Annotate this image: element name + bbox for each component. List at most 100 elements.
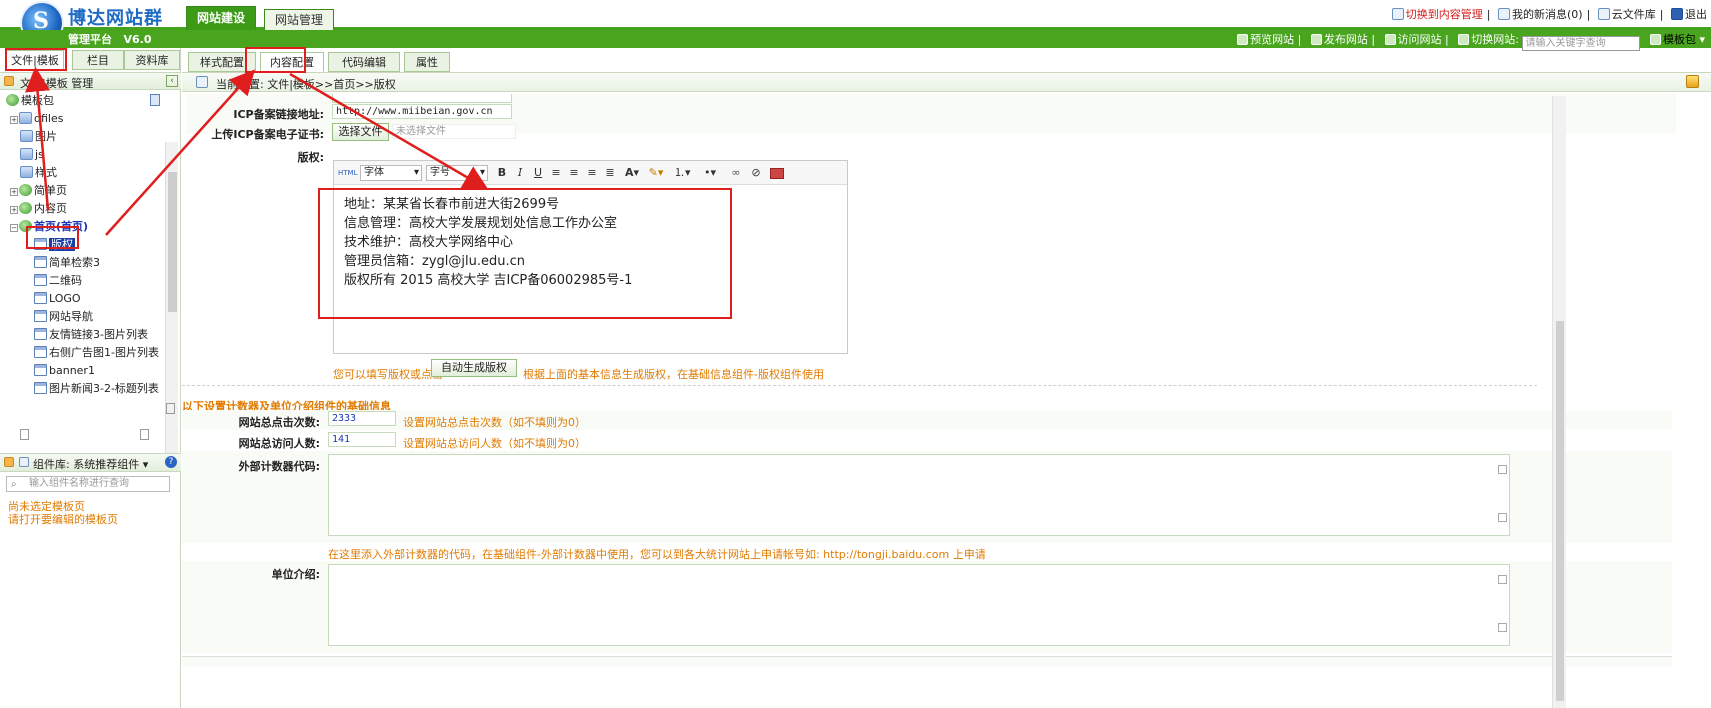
- counter-code-hint: 在这里添入外部计数器的代码，在基础组件-外部计数器中使用，您可以到各大统计网站上…: [328, 548, 986, 561]
- publish-site-link[interactable]: 发布网站: [1310, 31, 1368, 47]
- template-icon: [34, 274, 47, 286]
- italic-icon[interactable]: I: [512, 166, 528, 180]
- tree-node-right-ad[interactable]: 右侧广告图1-图片列表: [34, 344, 159, 362]
- scroll-right-icon[interactable]: [140, 429, 149, 440]
- visit-count-hint: 设置网站总访问人数（如不填则为0）: [403, 437, 586, 450]
- click-count-input[interactable]: 2333: [328, 411, 396, 426]
- tab-library[interactable]: 资料库: [124, 50, 180, 70]
- counter-code-label: 外部计数器代码:: [238, 460, 320, 473]
- link-icon[interactable]: ∞: [728, 166, 744, 180]
- main-scrollbar[interactable]: [1552, 96, 1566, 708]
- icp-link-input[interactable]: http://www.miibeian.gov.cn: [332, 104, 512, 119]
- tree-node-content-page[interactable]: + 内容页: [10, 200, 67, 218]
- preview-icon: [1237, 34, 1249, 45]
- ordered-list-icon[interactable]: ⒈▾: [674, 166, 691, 180]
- switch-site-link[interactable]: 切换网站:: [1458, 31, 1519, 47]
- publish-icon: [1310, 34, 1322, 45]
- choose-file-button[interactable]: 选择文件: [332, 123, 389, 141]
- image-icon[interactable]: [770, 168, 784, 179]
- tree-node-nav[interactable]: 网站导航: [34, 308, 93, 326]
- panel-toggle-icon[interactable]: [150, 94, 160, 106]
- tab-site-build[interactable]: 网站建设: [186, 6, 257, 30]
- component-library-header: 组件库: 系统推荐组件 ▾ ?: [0, 453, 181, 472]
- component-search-input[interactable]: ⌕ 输入组件名称进行查询: [6, 476, 170, 492]
- align-right-icon[interactable]: ≡: [584, 166, 600, 180]
- visit-site-link[interactable]: 访问网站: [1384, 31, 1442, 47]
- annotation-box-file-tab: [5, 48, 67, 71]
- close-icon: [1671, 8, 1683, 20]
- file-manager-header: 文件|模板 管理 ‹: [0, 72, 181, 90]
- bold-icon[interactable]: B: [494, 166, 510, 180]
- previous-field-input[interactable]: [332, 94, 512, 103]
- tab-site-manage[interactable]: 网站管理: [264, 9, 335, 30]
- brand-title: 博达网站群: [68, 8, 163, 29]
- copyright-label: 版权:: [297, 151, 324, 164]
- template-pack-dropdown[interactable]: 模板包 ▾: [1649, 31, 1705, 47]
- tab-code-edit[interactable]: 代码编辑: [328, 52, 400, 72]
- font-color-icon[interactable]: A▾: [624, 166, 640, 180]
- package-icon: [6, 94, 19, 106]
- preview-site-link[interactable]: 预览网站: [1237, 31, 1294, 47]
- tree-node-image-news[interactable]: 图片新闻3-2-标题列表: [34, 380, 159, 398]
- tree-node-qrcode[interactable]: 二维码: [34, 272, 82, 290]
- tree-node-banner1[interactable]: banner1: [34, 362, 95, 380]
- highlight-icon[interactable]: ✎▾: [648, 166, 664, 180]
- collapse-icon[interactable]: ‹: [166, 75, 178, 87]
- top-header: S 博达网站群 网站建设 网站管理 切换到内容管理 | 我的新消息(0) | 云文件…: [0, 0, 1711, 43]
- tree-scrollbar[interactable]: [165, 142, 178, 464]
- unlink-icon[interactable]: ⊘: [748, 166, 764, 180]
- cloud-library-link[interactable]: 云文件库: [1597, 6, 1656, 22]
- switch-content-link[interactable]: 切换到内容管理: [1391, 6, 1483, 22]
- unit-intro-label: 单位介绍:: [271, 568, 320, 581]
- tree-node-styles[interactable]: 样式: [20, 164, 57, 182]
- folder-icon: [19, 112, 32, 124]
- font-family-select[interactable]: 字体 ▾: [360, 165, 422, 181]
- up-arrow-icon[interactable]: [1686, 75, 1699, 88]
- template-icon: [34, 328, 47, 340]
- right-panel: 样式配置 内容配置 代码编辑 属性 当前位置: 文件|模板>>首页>>版权 IC…: [182, 48, 1711, 708]
- textarea-resize-icon: [1498, 623, 1507, 632]
- align-center-icon[interactable]: ≡: [566, 166, 582, 180]
- counter-code-textarea[interactable]: [328, 454, 1510, 536]
- html-source-icon[interactable]: HTML: [338, 166, 357, 180]
- unordered-list-icon[interactable]: •▾: [702, 166, 718, 180]
- template-icon: [34, 310, 47, 322]
- template-icon: [34, 256, 47, 268]
- messages-link[interactable]: 我的新消息(0): [1497, 6, 1583, 22]
- logout-link[interactable]: 退出: [1671, 6, 1707, 22]
- package-icon: [1649, 34, 1661, 45]
- tree-node-search3[interactable]: 简单检索3: [34, 254, 100, 272]
- annotation-box-copyright-node: [26, 226, 79, 249]
- tree-node-dfiles[interactable]: + dfiles: [10, 110, 63, 128]
- font-size-select[interactable]: 字号 ▾: [426, 165, 488, 181]
- scroll-left-icon[interactable]: [20, 429, 29, 440]
- tree-node-js[interactable]: js: [20, 146, 44, 164]
- switch-icon: [1391, 8, 1404, 20]
- tree-node-logo[interactable]: LOGO: [34, 290, 81, 308]
- underline-icon[interactable]: U: [530, 166, 546, 180]
- icp-cert-label: 上传ICP备案电子证书:: [211, 128, 324, 141]
- textarea-resize-icon: [1498, 465, 1507, 474]
- auto-generate-copyright-button[interactable]: 自动生成版权: [431, 359, 517, 377]
- switch-site-icon: [1458, 34, 1470, 45]
- tab-properties[interactable]: 属性: [404, 52, 450, 72]
- globe-icon: [19, 202, 32, 214]
- scroll-down-icon[interactable]: [166, 403, 175, 414]
- folder-icon: [4, 76, 14, 86]
- tree-node-images[interactable]: 图片: [20, 128, 57, 146]
- tree-node-friend-links[interactable]: 友情链接3-图片列表: [34, 326, 148, 344]
- tree-node-simple-page[interactable]: + 简单页: [10, 182, 67, 200]
- visit-count-input[interactable]: 141: [328, 432, 396, 447]
- main-scroll-thumb[interactable]: [1556, 321, 1564, 701]
- tab-column[interactable]: 栏目: [72, 50, 124, 70]
- tree-scroll-thumb[interactable]: [168, 172, 177, 312]
- template-icon: [34, 364, 47, 376]
- unit-intro-textarea[interactable]: [328, 564, 1510, 646]
- globe-icon: [1384, 34, 1396, 45]
- align-left-icon[interactable]: ≡: [548, 166, 564, 180]
- justify-icon[interactable]: ≣: [602, 166, 618, 180]
- component-message: 尚未选定模板页 请打开要编辑的模板页: [8, 500, 118, 526]
- component-library-dropdown[interactable]: 组件库: 系统推荐组件 ▾: [33, 456, 148, 472]
- help-icon[interactable]: ?: [165, 456, 177, 468]
- tree-node-root[interactable]: 模板包: [6, 92, 54, 110]
